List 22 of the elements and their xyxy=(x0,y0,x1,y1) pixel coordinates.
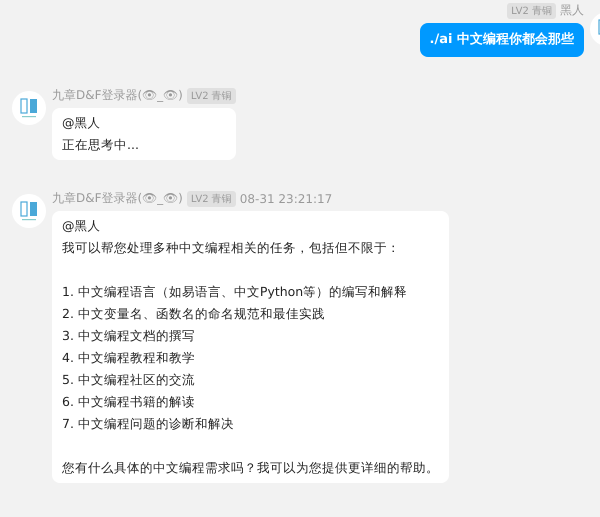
sender-name: 黑人 xyxy=(560,2,584,19)
message-text: @黑人 xyxy=(62,217,102,235)
message-text: 6. 中文编程书籍的解读 xyxy=(62,393,196,411)
message-text: 3. 中文编程文档的撰写 xyxy=(62,327,196,345)
message-text: 2. 中文变量名、函数名的命名规范和最佳实践 xyxy=(62,305,326,323)
message-text: 您有什么具体的中文编程需求吗？我可以为您提供更详细的帮助。 xyxy=(62,459,439,477)
avatar-icon xyxy=(12,91,46,125)
message-text: 1. 中文编程语言（如易语言、中文Python等）的编写和解释 xyxy=(62,283,408,301)
message-text: 7. 中文编程问题的诊断和解决 xyxy=(62,415,235,433)
message-text: 4. 中文编程教程和教学 xyxy=(62,349,196,367)
level-badge: LV2 青铜 xyxy=(186,190,236,206)
message-text: 我可以帮您处理多种中文编程相关的任务，包括但不限于： xyxy=(62,239,401,257)
level-badge: LV2 青铜 xyxy=(507,2,556,18)
avatar-icon xyxy=(12,194,46,228)
message-text: @黑人 xyxy=(62,114,102,132)
sender-name: 九章D&F登录器(👁_👁) xyxy=(52,87,183,104)
level-badge: LV2 青铜 xyxy=(186,88,236,104)
sender-name: 九章D&F登录器(👁_👁) xyxy=(52,190,183,207)
message-text: ./ai 中文编程你都会那些 xyxy=(430,30,574,49)
message-text: 5. 中文编程社区的交流 xyxy=(62,371,196,389)
message-text: 正在思考中... xyxy=(62,136,140,154)
timestamp: 08-31 23:21:17 xyxy=(240,192,332,206)
